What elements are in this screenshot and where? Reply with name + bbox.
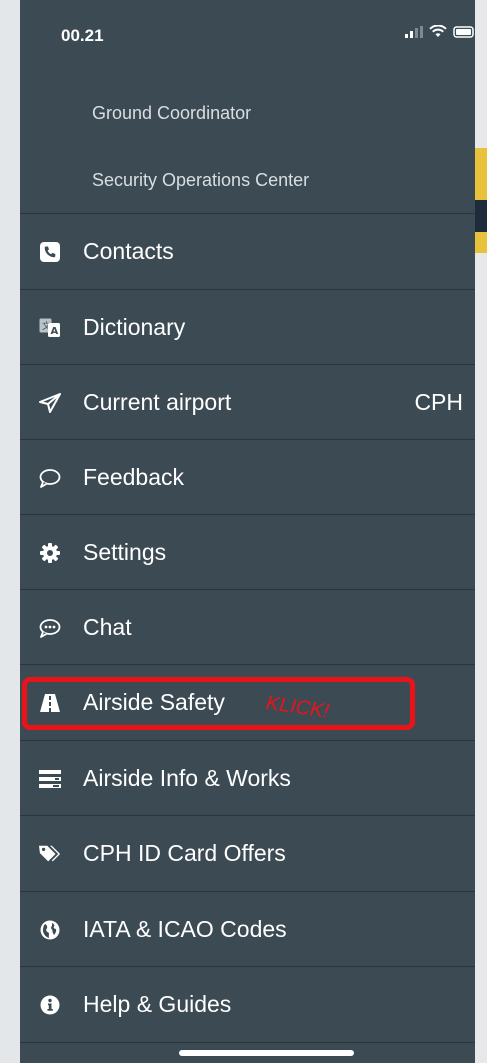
list-icon <box>39 768 61 790</box>
phone-screen: 00.21 Ground Coordinator Security Operat… <box>20 0 487 1063</box>
divider <box>20 1042 475 1043</box>
menu-item-label: Dictionary <box>83 314 186 340</box>
menu-item-current-airport[interactable]: Current airport CPH <box>20 365 475 440</box>
info-icon <box>39 994 61 1016</box>
menu-item-help-guides[interactable]: Help & Guides <box>20 967 475 1042</box>
menu-item-label: Help & Guides <box>83 991 232 1017</box>
menu-item-iata-icao-codes[interactable]: IATA & ICAO Codes <box>20 892 475 967</box>
menu-item-label: CPH ID Card Offers <box>83 840 286 866</box>
phone-icon <box>39 241 61 263</box>
highlight-box <box>22 677 415 730</box>
menu-item-dictionary[interactable]: 文 A Dictionary <box>20 290 475 365</box>
svg-text:A: A <box>51 326 59 337</box>
menu-item-contacts[interactable]: Contacts <box>20 214 475 289</box>
battery-icon <box>453 25 474 38</box>
current-airport-value: CPH <box>414 389 463 415</box>
menu-item-label: Contacts <box>83 238 174 264</box>
home-indicator[interactable] <box>179 1050 354 1056</box>
sub-item-security-operations-center[interactable]: Security Operations Center <box>92 170 309 191</box>
menu-item-label: Current airport <box>83 389 232 415</box>
menu-item-label: IATA & ICAO Codes <box>83 916 287 942</box>
chat-dots-icon <box>39 617 61 639</box>
status-icons <box>405 25 475 38</box>
background-dark-bar <box>475 200 487 232</box>
menu-item-label: Settings <box>83 539 167 565</box>
status-bar: 00.21 <box>20 0 475 74</box>
menu-item-settings[interactable]: Settings <box>20 515 475 590</box>
menu-item-cph-id-card-offers[interactable]: CPH ID Card Offers <box>20 816 475 891</box>
gear-icon <box>39 542 61 564</box>
paper-plane-icon <box>39 392 61 414</box>
tags-icon <box>39 843 61 865</box>
menu-item-label: Feedback <box>83 464 185 490</box>
speech-bubble-icon <box>39 467 61 489</box>
menu-item-label: Airside Info & Works <box>83 765 291 791</box>
translate-icon: 文 A <box>39 317 61 339</box>
wifi-icon <box>429 25 447 37</box>
sub-item-ground-coordinator[interactable]: Ground Coordinator <box>92 103 251 124</box>
status-time: 00.21 <box>61 26 104 45</box>
side-menu: 00.21 Ground Coordinator Security Operat… <box>20 0 475 1063</box>
signal-icon <box>405 25 423 38</box>
background-app-strip <box>475 0 487 1063</box>
menu-item-airside-info-works[interactable]: Airside Info & Works <box>20 741 475 816</box>
menu-item-chat[interactable]: Chat <box>20 590 475 665</box>
menu-item-feedback[interactable]: Feedback <box>20 440 475 515</box>
globe-icon <box>39 919 61 941</box>
menu-item-label: Chat <box>83 614 132 640</box>
